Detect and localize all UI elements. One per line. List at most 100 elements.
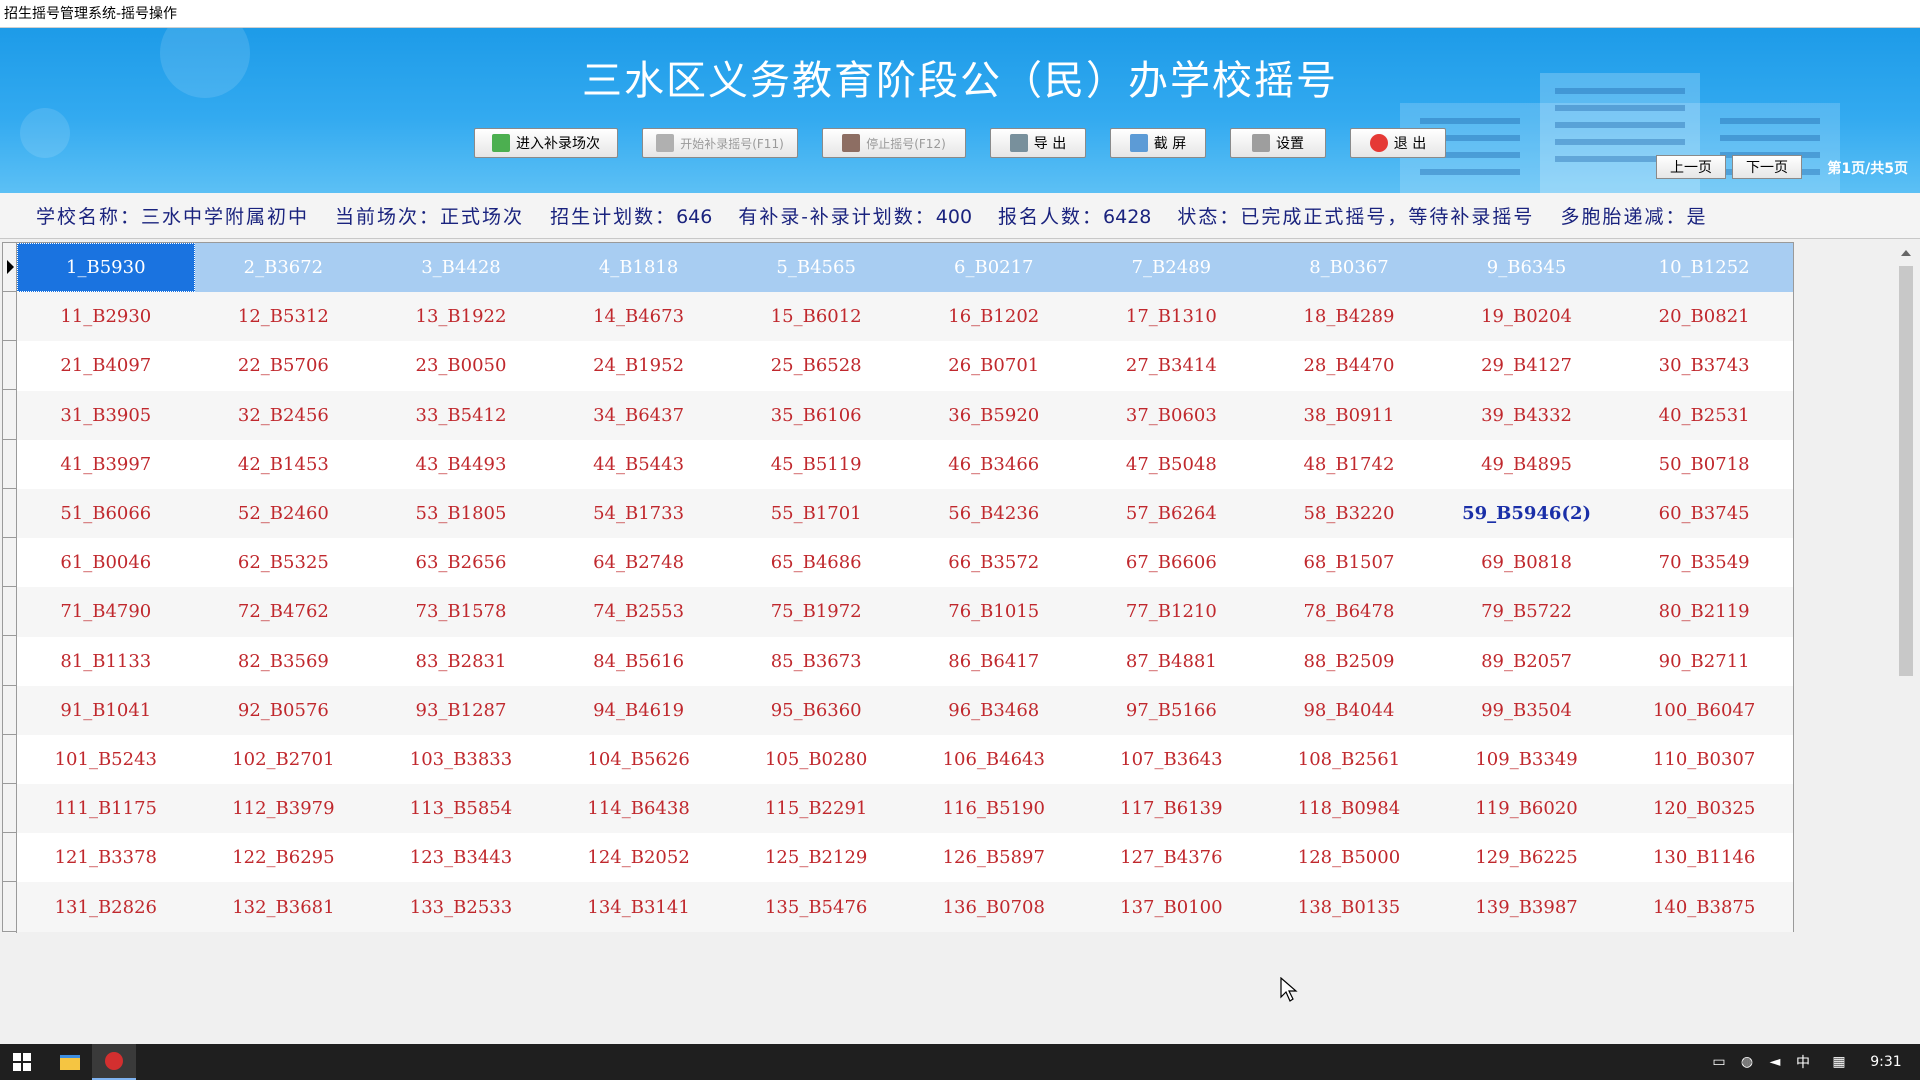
row-header[interactable] [3,489,17,538]
network-globe-icon[interactable]: ◍ [1734,1044,1760,1080]
table-cell[interactable]: 140_B3875 [1615,882,1793,931]
ime-grid-icon[interactable]: ▦ [1826,1044,1852,1080]
scrollbar-thumb[interactable] [1899,266,1913,676]
table-row[interactable]: 121_B3378 122_B6295 123_B3443 124_B2052 125_… [17,833,1793,883]
volume-icon[interactable]: ◄ [1762,1044,1788,1080]
table-cell[interactable]: 112_B3979 [195,784,373,833]
table-row[interactable]: 61_B0046 62_B5325 63_B2656 64_B2748 65_B4686… [17,538,1793,588]
table-cell[interactable]: 134_B3141 [550,882,728,931]
row-header[interactable] [3,538,17,588]
table-row[interactable]: 71_B4790 72_B4762 73_B1578 74_B2553 75_B1972… [17,587,1793,637]
table-cell[interactable]: 93_B1287 [372,686,550,735]
table-row[interactable]: 21_B4097 22_B5706 23_B0050 24_B1952 25_B6528… [17,341,1793,391]
table-cell[interactable]: 41_B3997 [17,440,195,489]
table-cell[interactable]: 5_B4565 [727,243,905,292]
table-cell[interactable]: 53_B1805 [372,489,550,538]
row-header[interactable] [3,440,17,489]
table-cell[interactable]: 99_B3504 [1438,686,1616,735]
table-cell[interactable]: 9_B6345 [1438,243,1616,292]
table-cell[interactable]: 127_B4376 [1083,833,1261,882]
table-cell[interactable]: 57_B6264 [1083,489,1261,538]
ime-indicator[interactable]: 中 [1790,1044,1816,1080]
table-cell[interactable]: 15_B6012 [727,292,905,341]
table-cell[interactable]: 38_B0911 [1260,391,1438,440]
start-supplement-button[interactable]: 开始补录摇号(F11) [642,128,798,158]
enter-supplement-button[interactable]: 进入补录场次 [474,128,618,158]
table-cell[interactable]: 4_B1818 [550,243,728,292]
row-header[interactable] [3,587,17,637]
table-row[interactable]: 51_B6066 52_B2460 53_B1805 54_B1733 55_B1701… [17,488,1793,539]
next-page-button[interactable]: 下一页 [1732,155,1802,179]
table-cell[interactable]: 85_B3673 [727,637,905,686]
start-button[interactable] [0,1044,44,1080]
table-cell[interactable]: 130_B1146 [1615,833,1793,882]
table-cell[interactable]: 79_B5722 [1438,587,1616,636]
table-cell[interactable]: 18_B4289 [1260,292,1438,341]
file-explorer-button[interactable] [48,1044,92,1080]
table-cell[interactable]: 83_B2831 [372,637,550,686]
table-cell[interactable]: 98_B4044 [1260,686,1438,735]
table-cell[interactable]: 12_B5312 [195,292,373,341]
table-cell[interactable]: 116_B5190 [905,784,1083,833]
table-cell[interactable]: 36_B5920 [905,391,1083,440]
table-cell[interactable]: 81_B1133 [17,637,195,686]
table-cell[interactable]: 102_B2701 [195,735,373,784]
row-header[interactable] [3,784,17,834]
table-cell[interactable]: 113_B5854 [372,784,550,833]
table-cell[interactable]: 55_B1701 [727,489,905,538]
table-cell[interactable]: 80_B2119 [1615,587,1793,636]
settings-button[interactable]: 设置 [1230,128,1326,158]
table-cell[interactable]: 82_B3569 [195,637,373,686]
table-cell[interactable]: 90_B2711 [1615,637,1793,686]
table-cell[interactable]: 40_B2531 [1615,391,1793,440]
table-cell[interactable]: 11_B2930 [17,292,195,341]
table-cell[interactable]: 75_B1972 [727,587,905,636]
table-cell[interactable]: 31_B3905 [17,391,195,440]
table-cell[interactable]: 125_B2129 [727,833,905,882]
table-cell[interactable]: 42_B1453 [195,440,373,489]
table-cell[interactable]: 69_B0818 [1438,538,1616,587]
row-header[interactable] [3,341,17,391]
table-cell[interactable]: 97_B5166 [1083,686,1261,735]
table-row[interactable]: 1_B5930 2_B3672 3_B4428 4_B1818 5_B4565 6_B02… [17,243,1793,293]
table-cell[interactable]: 39_B4332 [1438,391,1616,440]
table-cell[interactable]: 68_B1507 [1260,538,1438,587]
table-cell[interactable]: 13_B1922 [372,292,550,341]
table-cell[interactable]: 103_B3833 [372,735,550,784]
vertical-scrollbar[interactable] [1896,246,1916,1036]
table-row[interactable]: 41_B3997 42_B1453 43_B4493 44_B5443 45_B5119… [17,439,1793,489]
table-cell[interactable]: 14_B4673 [550,292,728,341]
export-button[interactable]: 导 出 [990,128,1086,158]
table-cell[interactable]: 61_B0046 [17,538,195,587]
table-cell[interactable]: 96_B3468 [905,686,1083,735]
table-cell[interactable]: 37_B0603 [1083,391,1261,440]
table-row[interactable]: 31_B3905 32_B2456 33_B5412 34_B6437 35_B6106… [17,390,1793,440]
table-cell[interactable]: 104_B5626 [550,735,728,784]
table-cell[interactable]: 77_B1210 [1083,587,1261,636]
table-cell[interactable]: 34_B6437 [550,391,728,440]
table-cell[interactable]: 25_B6528 [727,341,905,390]
table-cell[interactable]: 35_B6106 [727,391,905,440]
row-header[interactable] [3,686,17,735]
table-row[interactable]: 101_B5243 102_B2701 103_B3833 104_B5626 105_… [17,734,1793,785]
table-cell[interactable]: 137_B0100 [1083,882,1261,931]
table-cell[interactable]: 71_B4790 [17,587,195,636]
table-row[interactable]: 91_B1041 92_B0576 93_B1287 94_B4619 95_B6360… [17,685,1793,735]
table-cell[interactable]: 105_B0280 [727,735,905,784]
table-cell[interactable]: 43_B4493 [372,440,550,489]
table-cell[interactable]: 117_B6139 [1083,784,1261,833]
table-cell[interactable]: 54_B1733 [550,489,728,538]
table-cell[interactable]: 138_B0135 [1260,882,1438,931]
stop-draw-button[interactable]: 停止摇号(F12) [822,128,966,158]
table-cell[interactable]: 16_B1202 [905,292,1083,341]
table-cell[interactable]: 84_B5616 [550,637,728,686]
table-cell[interactable]: 60_B3745 [1615,489,1793,538]
table-cell[interactable]: 56_B4236 [905,489,1083,538]
table-cell[interactable]: 30_B3743 [1615,341,1793,390]
table-cell[interactable]: 94_B4619 [550,686,728,735]
table-cell[interactable]: 22_B5706 [195,341,373,390]
table-cell[interactable]: 135_B5476 [727,882,905,931]
table-cell[interactable]: 106_B4643 [905,735,1083,784]
exit-button[interactable]: 退 出 [1350,128,1446,158]
table-cell[interactable]: 131_B2826 [17,882,195,931]
